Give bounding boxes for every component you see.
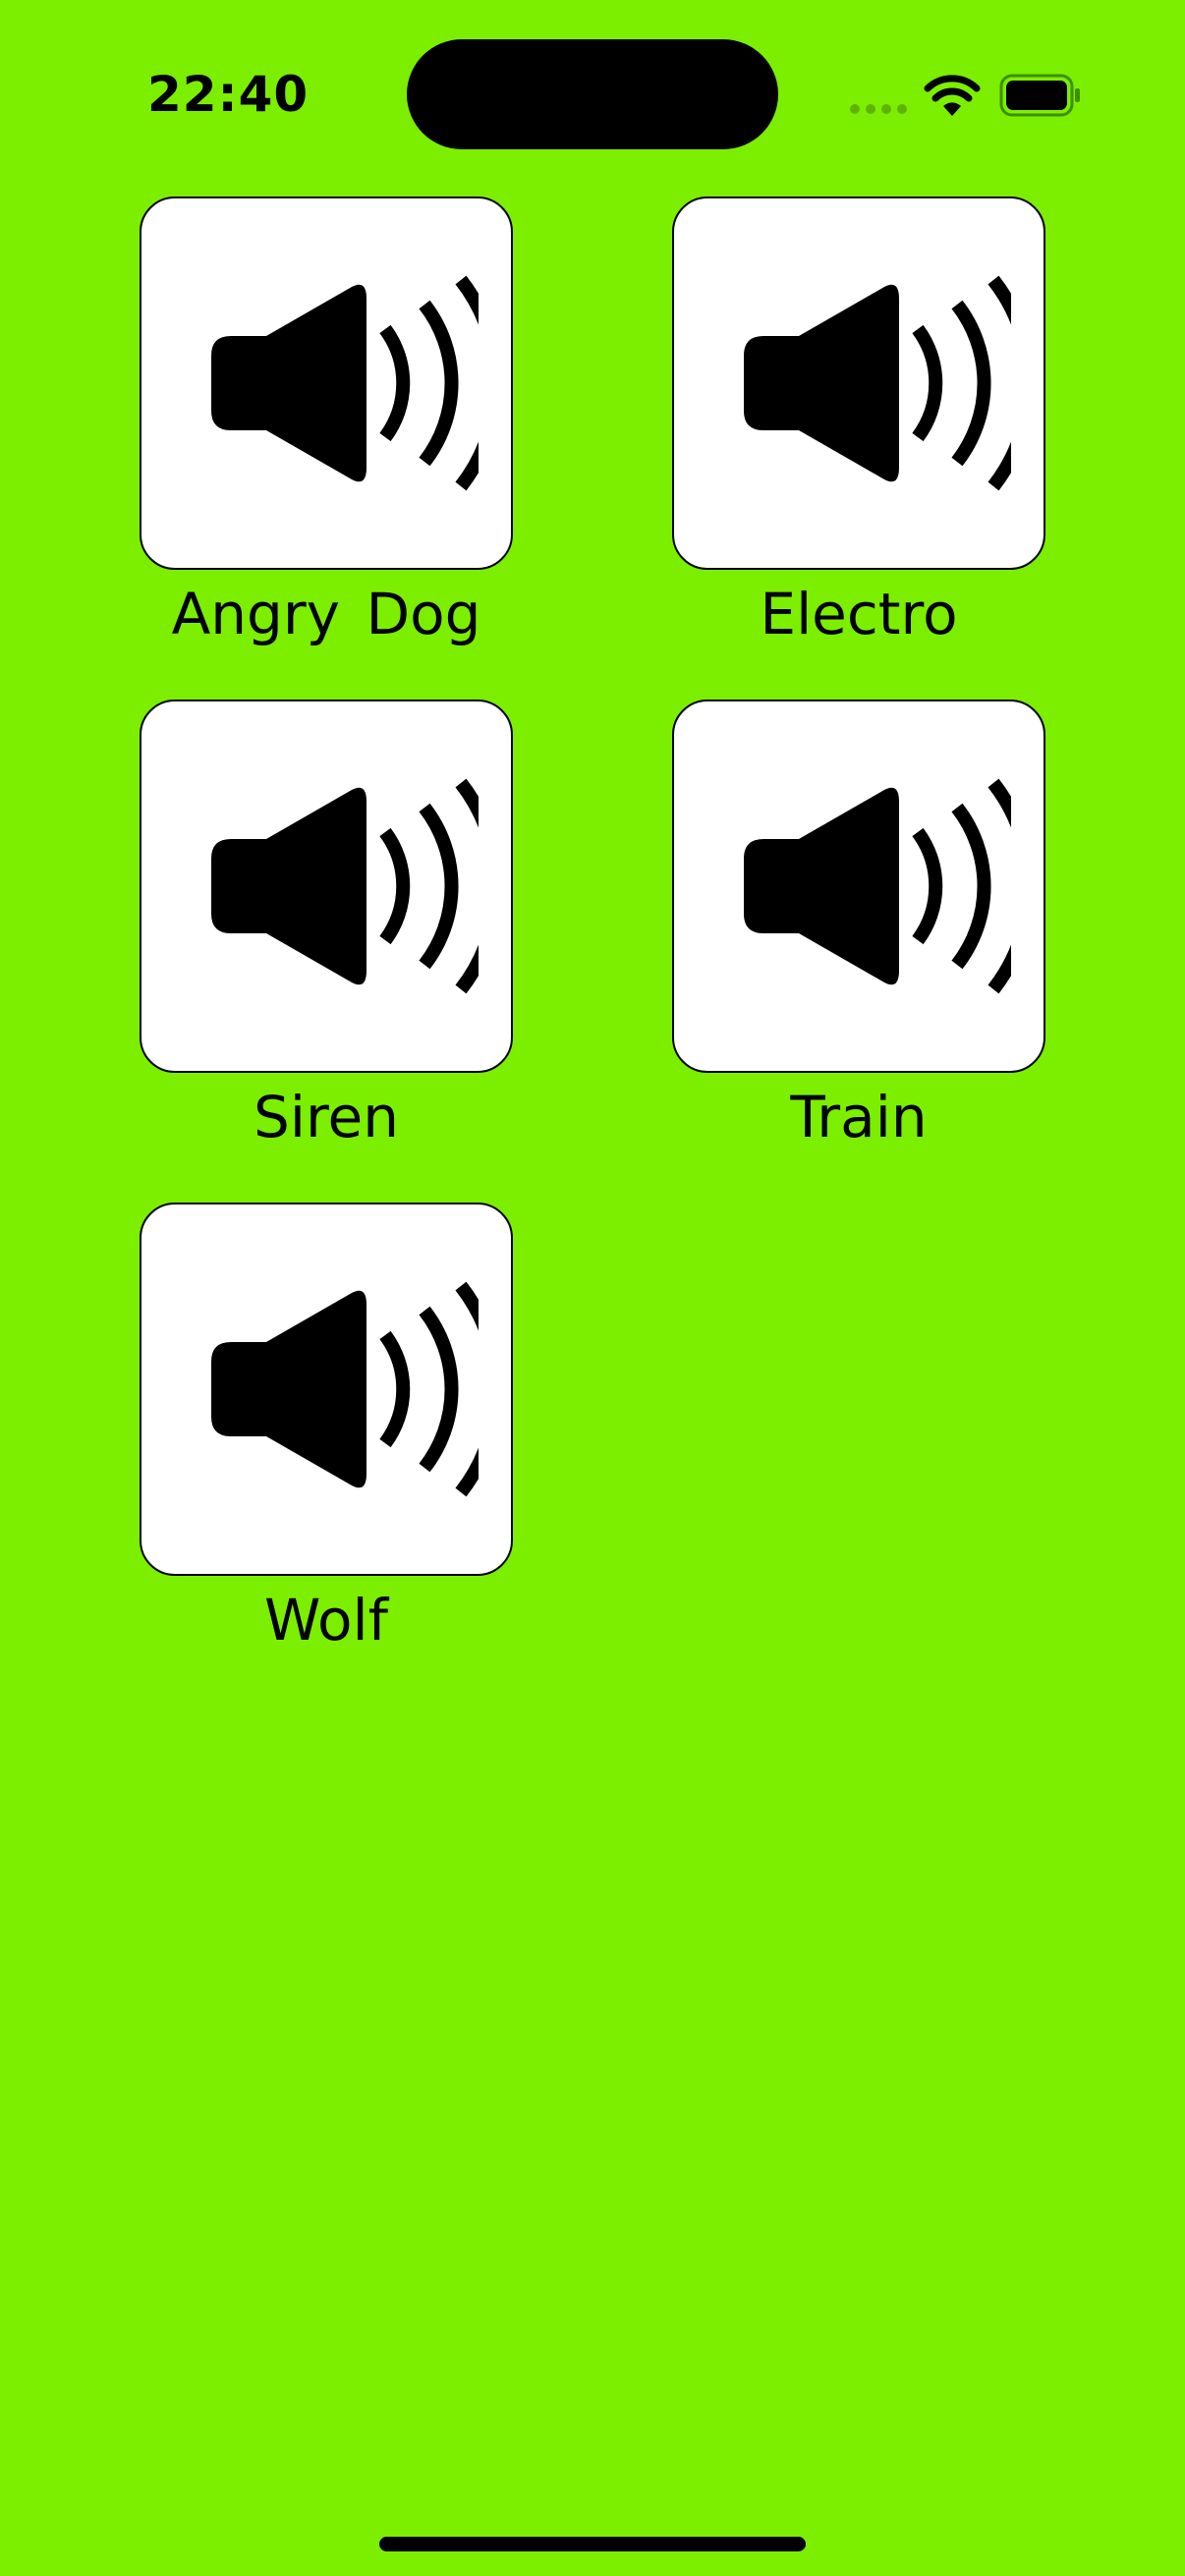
sound-label: Siren [254,1084,399,1150]
cellular-signal-dots-icon [850,104,907,114]
sound-label: Wolf [264,1587,388,1653]
sound-label: Train [790,1084,928,1150]
sound-label: Angry Dog [171,581,481,647]
sound-item-angry-dog: Angry Dog [140,196,513,648]
wolf-sound-button[interactable] [140,1203,513,1576]
home-indicator[interactable] [379,2537,806,2551]
train-sound-button[interactable] [672,700,1045,1073]
sound-item-electro: Electro [672,196,1045,648]
speaker-icon [706,763,1011,1009]
speaker-icon [174,260,479,506]
status-time: 22:40 [147,66,310,123]
sound-item-wolf: Wolf [140,1203,513,1654]
electro-sound-button[interactable] [672,196,1045,570]
sound-label: Electro [760,581,958,647]
angry-dog-sound-button[interactable] [140,196,513,570]
status-bar: 22:40 [0,0,1185,157]
sound-item-siren: Siren [140,700,513,1151]
speaker-icon [706,260,1011,506]
dynamic-island [407,39,778,149]
speaker-icon [174,763,479,1009]
siren-sound-button[interactable] [140,700,513,1073]
battery-icon [999,74,1080,117]
sound-item-train: Train [672,700,1045,1151]
wifi-icon [924,75,981,116]
speaker-icon [174,1266,479,1512]
